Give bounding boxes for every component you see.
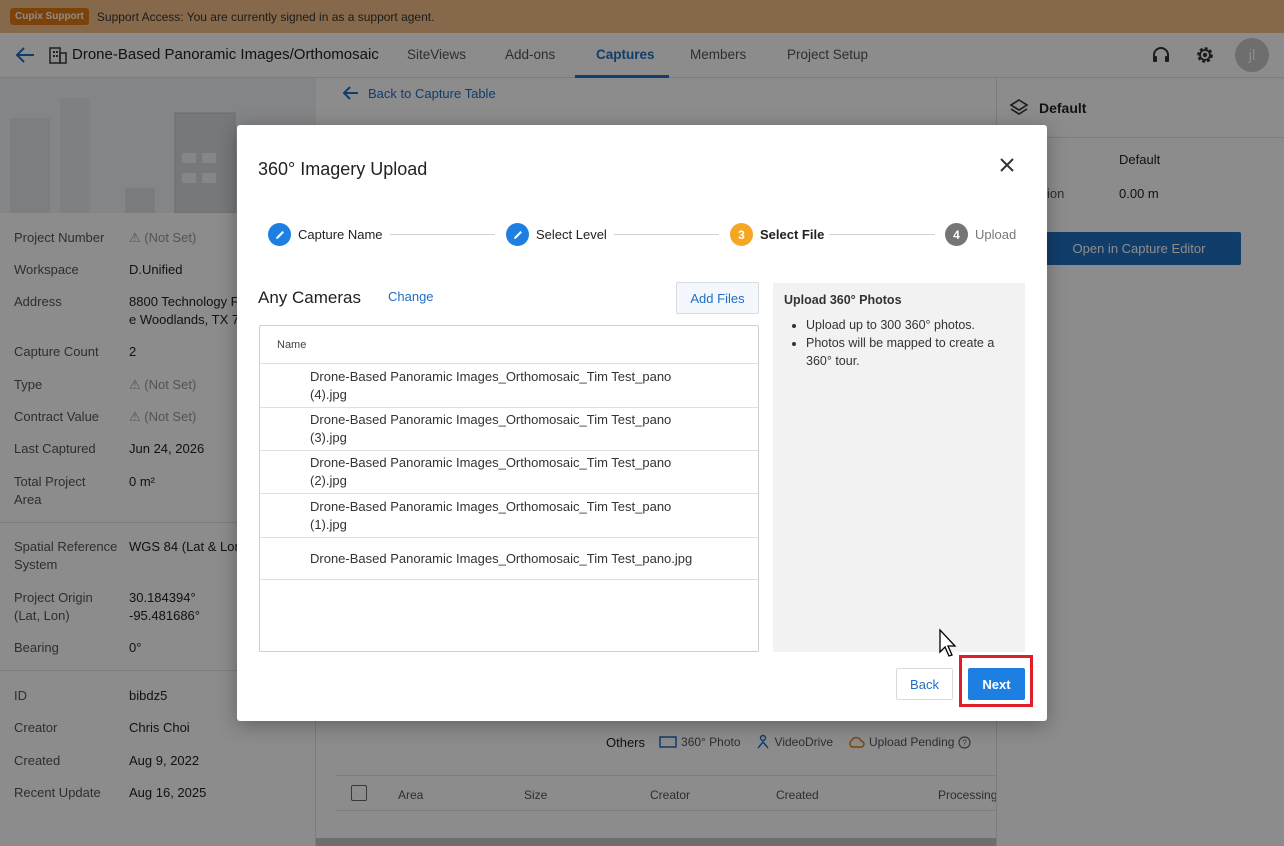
file-row[interactable]: Drone-Based Panoramic Images_Orthomosaic… — [260, 408, 758, 451]
dialog-title: 360° Imagery Upload — [258, 159, 428, 179]
stepper-connector — [829, 234, 935, 235]
file-name-column-header: Name — [260, 326, 758, 364]
tip-item: Upload up to 300 360° photos. — [806, 316, 1014, 334]
stepper-connector — [390, 234, 495, 235]
tip-item: Photos will be mapped to create a 360° t… — [806, 334, 1014, 370]
pencil-icon — [506, 223, 529, 246]
next-button-highlight — [959, 655, 1033, 707]
file-list-table: Name Drone-Based Panoramic Images_Orthom… — [259, 325, 759, 652]
change-camera-link[interactable]: Change — [388, 289, 434, 304]
pencil-icon — [268, 223, 291, 246]
step-number-4: 4 — [945, 223, 968, 246]
stepper-connector — [614, 234, 719, 235]
step-number-3: 3 — [730, 223, 753, 246]
camera-type-title: Any Cameras — [258, 288, 361, 307]
mouse-cursor-icon — [939, 628, 957, 657]
imagery-upload-dialog: 360° Imagery Upload Capture Name Select … — [237, 125, 1047, 721]
file-row[interactable]: Drone-Based Panoramic Images_Orthomosaic… — [260, 364, 758, 408]
add-files-button[interactable]: Add Files — [676, 282, 759, 314]
file-row[interactable]: Drone-Based Panoramic Images_Orthomosaic… — [260, 451, 758, 494]
upload-tips-panel: Upload 360° Photos Upload up to 300 360°… — [773, 283, 1025, 652]
step-select-file: 3 Select File — [730, 223, 824, 246]
step-capture-name: Capture Name — [268, 223, 383, 246]
step-select-level: Select Level — [506, 223, 607, 246]
step-upload: 4 Upload — [945, 223, 1016, 246]
tips-title: Upload 360° Photos — [784, 293, 902, 307]
file-row[interactable]: Drone-Based Panoramic Images_Orthomosaic… — [260, 494, 758, 538]
close-icon[interactable] — [997, 155, 1017, 175]
file-row[interactable]: Drone-Based Panoramic Images_Orthomosaic… — [260, 538, 758, 580]
back-button[interactable]: Back — [896, 668, 953, 700]
